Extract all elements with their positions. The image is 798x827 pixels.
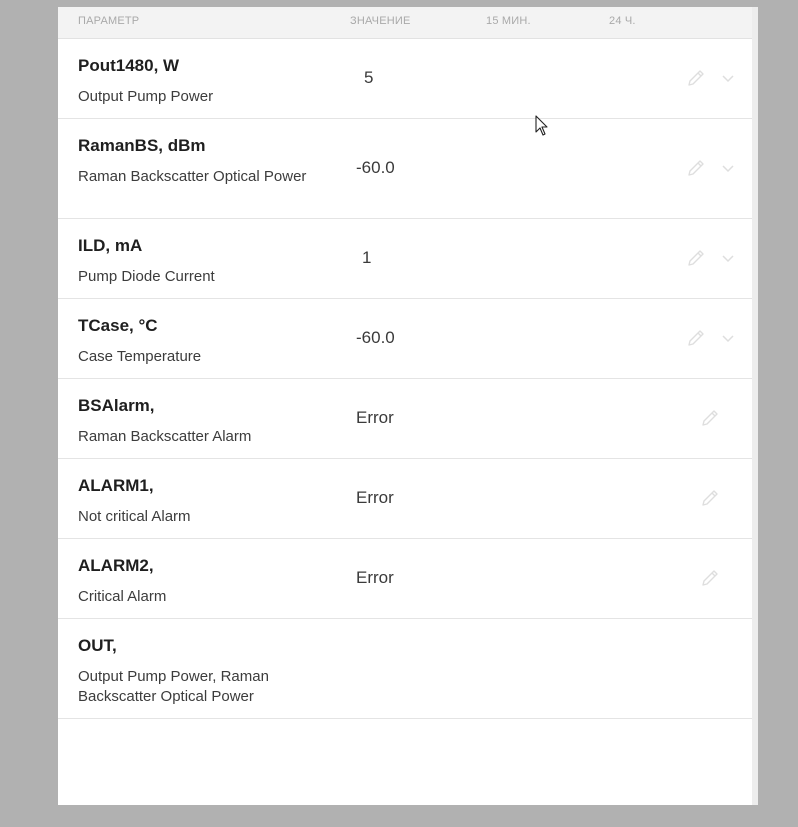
pencil-icon[interactable] bbox=[685, 327, 707, 349]
pencil-icon[interactable] bbox=[699, 407, 721, 429]
mouse-pointer-icon bbox=[535, 115, 548, 136]
param-value: -60.0 bbox=[356, 328, 395, 347]
table-row: ILD, mA Pump Diode Current 1 bbox=[58, 219, 752, 299]
table-row: BSAlarm, Raman Backscatter Alarm Error bbox=[58, 379, 752, 459]
chevron-down-icon[interactable] bbox=[720, 330, 736, 346]
param-description: Critical Alarm bbox=[78, 588, 167, 605]
param-name: RamanBS, dBm bbox=[78, 136, 206, 155]
param-name: ILD, mA bbox=[78, 236, 143, 255]
chevron-down-icon[interactable] bbox=[720, 70, 736, 86]
scrollbar-track[interactable] bbox=[752, 7, 758, 805]
param-name: OUT, bbox=[78, 636, 117, 655]
table-row: Pout1480, W Output Pump Power 5 bbox=[58, 39, 752, 119]
table-row: OUT, Output Pump Power, Raman Backscatte… bbox=[58, 619, 752, 719]
header-value: ЗНАЧЕНИЕ bbox=[350, 15, 411, 27]
param-description: Not critical Alarm bbox=[78, 508, 191, 525]
chevron-down-icon[interactable] bbox=[720, 160, 736, 176]
parameters-panel: ПАРАМЕТР ЗНАЧЕНИЕ 15 МИН. 24 Ч. Pout1480… bbox=[58, 7, 752, 805]
param-name: Pout1480, W bbox=[78, 56, 180, 75]
param-description: Case Temperature bbox=[78, 348, 202, 365]
param-description: Raman Backscatter Optical Power bbox=[78, 168, 307, 185]
table-row: TCase, °C Case Temperature -60.0 bbox=[58, 299, 752, 379]
param-description: Pump Diode Current bbox=[78, 268, 215, 285]
pencil-icon[interactable] bbox=[699, 567, 721, 589]
table-row: ALARM1, Not critical Alarm Error bbox=[58, 459, 752, 539]
table-header: ПАРАМЕТР ЗНАЧЕНИЕ 15 МИН. 24 Ч. bbox=[58, 7, 752, 39]
chevron-down-icon[interactable] bbox=[720, 250, 736, 266]
header-24h: 24 Ч. bbox=[609, 15, 636, 27]
pencil-icon[interactable] bbox=[699, 487, 721, 509]
param-value: 1 bbox=[362, 248, 372, 267]
param-value: Error bbox=[356, 408, 394, 427]
pencil-icon[interactable] bbox=[685, 157, 707, 179]
param-description: Raman Backscatter Alarm bbox=[78, 428, 252, 445]
param-name: ALARM2, bbox=[78, 556, 154, 575]
param-description: Output Pump Power, Raman Backscatter Opt… bbox=[78, 668, 269, 705]
pencil-icon[interactable] bbox=[685, 67, 707, 89]
param-value: 5 bbox=[364, 68, 374, 87]
table-row: ALARM2, Critical Alarm Error bbox=[58, 539, 752, 619]
param-description: Output Pump Power bbox=[78, 88, 214, 105]
param-name: BSAlarm, bbox=[78, 396, 155, 415]
pencil-icon[interactable] bbox=[685, 247, 707, 269]
param-name: ALARM1, bbox=[78, 476, 154, 495]
param-name: TCase, °C bbox=[78, 316, 158, 335]
param-value: Error bbox=[356, 488, 394, 507]
param-value: -60.0 bbox=[356, 158, 395, 177]
table-row: RamanBS, dBm Raman Backscatter Optical P… bbox=[58, 119, 752, 219]
header-param: ПАРАМЕТР bbox=[78, 15, 140, 27]
param-value: Error bbox=[356, 568, 394, 587]
header-15min: 15 МИН. bbox=[486, 15, 531, 27]
